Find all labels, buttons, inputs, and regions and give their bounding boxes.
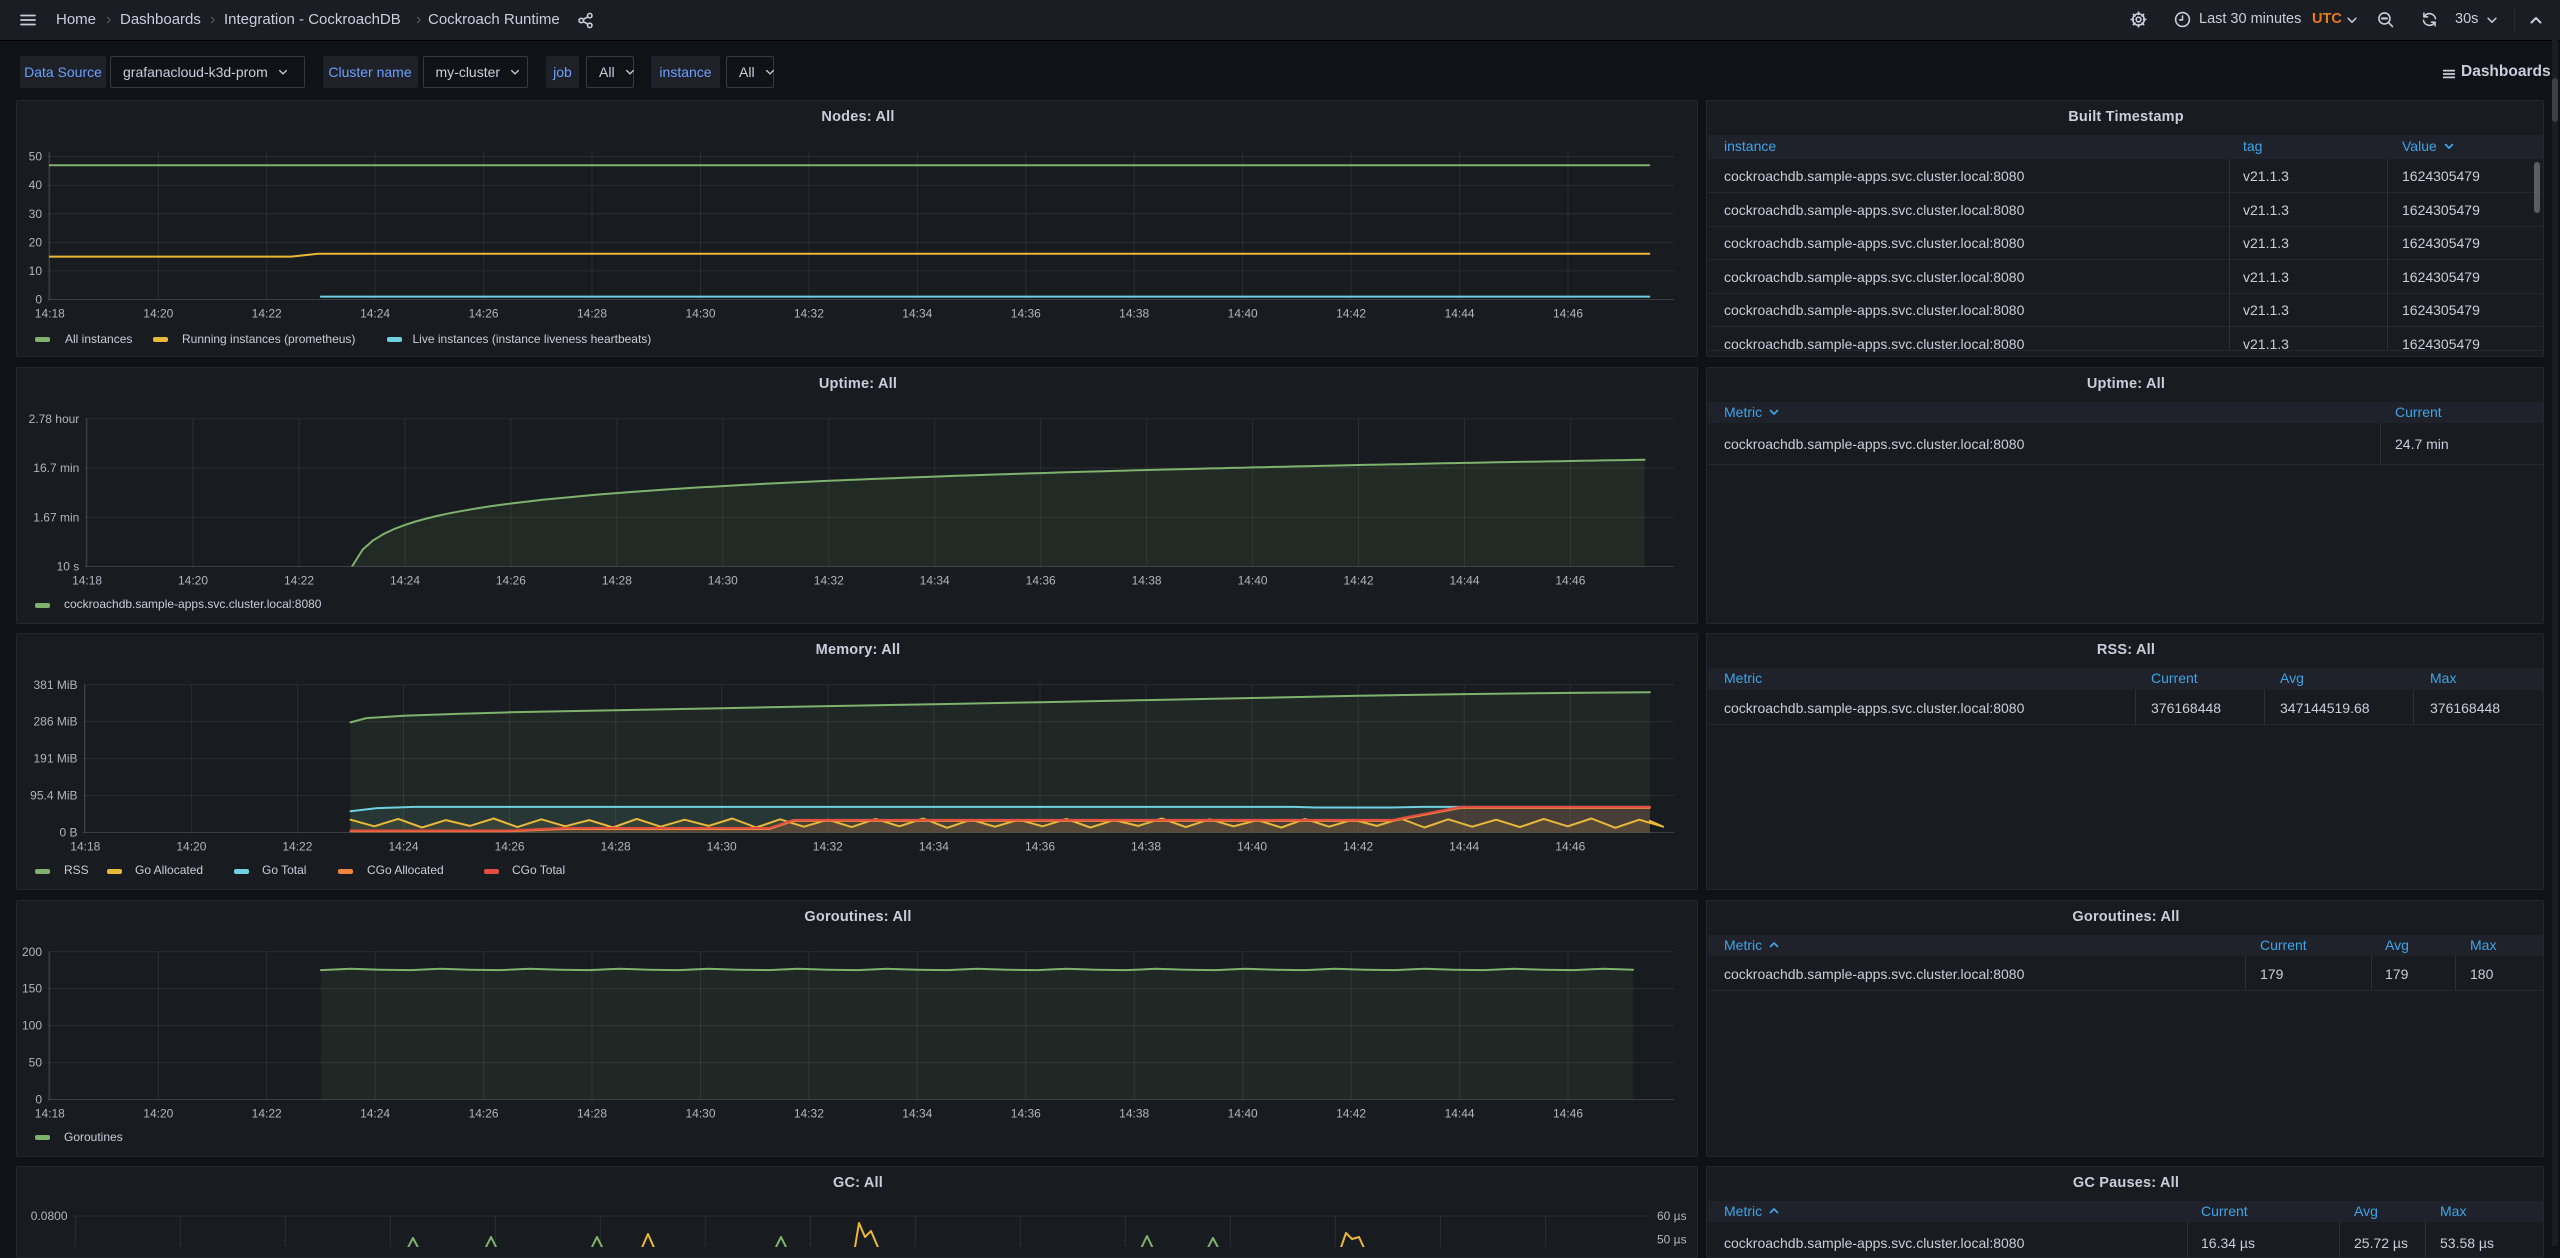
- svg-text:14:32: 14:32: [794, 1106, 824, 1120]
- svg-text:14:46: 14:46: [1555, 573, 1585, 587]
- svg-text:14:38: 14:38: [1131, 840, 1161, 854]
- svg-text:0.0800: 0.0800: [31, 1209, 68, 1223]
- svg-text:14:44: 14:44: [1449, 840, 1479, 854]
- svg-text:381 MiB: 381 MiB: [33, 678, 77, 692]
- svg-text:14:22: 14:22: [252, 307, 282, 321]
- svg-text:14:22: 14:22: [284, 573, 314, 587]
- svg-text:14:42: 14:42: [1336, 1106, 1366, 1120]
- svg-text:95.4 MiB: 95.4 MiB: [30, 789, 77, 803]
- svg-text:20: 20: [29, 235, 43, 249]
- svg-text:30: 30: [29, 207, 43, 221]
- svg-text:14:20: 14:20: [176, 840, 206, 854]
- svg-text:50: 50: [29, 1055, 43, 1069]
- svg-text:14:28: 14:28: [577, 307, 607, 321]
- svg-text:14:20: 14:20: [143, 307, 173, 321]
- svg-text:100: 100: [22, 1018, 42, 1032]
- svg-text:14:34: 14:34: [919, 840, 949, 854]
- svg-text:10: 10: [29, 264, 43, 278]
- svg-text:14:28: 14:28: [601, 840, 631, 854]
- svg-text:14:46: 14:46: [1553, 1106, 1583, 1120]
- svg-text:14:38: 14:38: [1132, 573, 1162, 587]
- svg-text:14:18: 14:18: [35, 1106, 65, 1120]
- svg-text:14:30: 14:30: [708, 573, 738, 587]
- svg-text:14:38: 14:38: [1119, 307, 1149, 321]
- svg-text:14:26: 14:26: [496, 573, 526, 587]
- svg-text:14:24: 14:24: [360, 1106, 390, 1120]
- svg-text:0 B: 0 B: [59, 826, 77, 840]
- svg-text:0: 0: [35, 1092, 42, 1106]
- svg-text:50 µs: 50 µs: [1657, 1233, 1687, 1247]
- svg-text:14:26: 14:26: [495, 840, 525, 854]
- svg-text:14:20: 14:20: [143, 1106, 173, 1120]
- svg-text:14:40: 14:40: [1228, 307, 1258, 321]
- svg-text:191 MiB: 191 MiB: [33, 752, 77, 766]
- svg-text:14:40: 14:40: [1238, 573, 1268, 587]
- svg-text:14:40: 14:40: [1237, 840, 1267, 854]
- svg-text:14:34: 14:34: [902, 307, 932, 321]
- svg-text:286 MiB: 286 MiB: [33, 715, 77, 729]
- svg-text:14:36: 14:36: [1011, 1106, 1041, 1120]
- svg-text:14:46: 14:46: [1555, 840, 1585, 854]
- svg-text:14:42: 14:42: [1343, 573, 1373, 587]
- svg-text:14:40: 14:40: [1228, 1106, 1258, 1120]
- svg-text:14:30: 14:30: [707, 840, 737, 854]
- svg-text:50: 50: [29, 150, 43, 164]
- svg-text:14:24: 14:24: [390, 573, 420, 587]
- svg-text:14:28: 14:28: [602, 573, 632, 587]
- svg-text:14:30: 14:30: [685, 307, 715, 321]
- svg-text:14:42: 14:42: [1336, 307, 1366, 321]
- svg-text:150: 150: [22, 981, 42, 995]
- svg-text:14:36: 14:36: [1025, 840, 1055, 854]
- svg-text:14:18: 14:18: [35, 307, 65, 321]
- svg-text:16.7 min: 16.7 min: [33, 461, 79, 475]
- svg-text:14:26: 14:26: [469, 1106, 499, 1120]
- svg-text:14:44: 14:44: [1449, 573, 1479, 587]
- svg-text:14:30: 14:30: [685, 1106, 715, 1120]
- svg-text:200: 200: [22, 944, 42, 958]
- svg-text:14:24: 14:24: [388, 840, 418, 854]
- svg-text:14:32: 14:32: [813, 840, 843, 854]
- svg-text:40: 40: [29, 178, 43, 192]
- svg-text:14:34: 14:34: [920, 573, 950, 587]
- svg-text:14:44: 14:44: [1445, 1106, 1475, 1120]
- svg-text:14:18: 14:18: [70, 840, 100, 854]
- svg-text:14:28: 14:28: [577, 1106, 607, 1120]
- svg-text:14:18: 14:18: [72, 573, 102, 587]
- svg-text:14:22: 14:22: [282, 840, 312, 854]
- svg-text:0: 0: [35, 293, 42, 307]
- svg-text:60 µs: 60 µs: [1657, 1209, 1687, 1223]
- svg-text:1.67 min: 1.67 min: [33, 510, 79, 524]
- svg-text:10 s: 10 s: [57, 559, 80, 573]
- svg-text:2.78 hour: 2.78 hour: [29, 411, 80, 425]
- svg-text:14:42: 14:42: [1343, 840, 1373, 854]
- svg-text:14:32: 14:32: [814, 573, 844, 587]
- svg-text:14:32: 14:32: [794, 307, 824, 321]
- svg-text:14:44: 14:44: [1445, 307, 1475, 321]
- svg-text:14:36: 14:36: [1011, 307, 1041, 321]
- svg-text:14:36: 14:36: [1026, 573, 1056, 587]
- svg-text:14:24: 14:24: [360, 307, 390, 321]
- svg-text:14:22: 14:22: [252, 1106, 282, 1120]
- svg-text:14:38: 14:38: [1119, 1106, 1149, 1120]
- svg-text:14:46: 14:46: [1553, 307, 1583, 321]
- svg-text:14:34: 14:34: [902, 1106, 932, 1120]
- svg-text:14:26: 14:26: [469, 307, 499, 321]
- svg-text:14:20: 14:20: [178, 573, 208, 587]
